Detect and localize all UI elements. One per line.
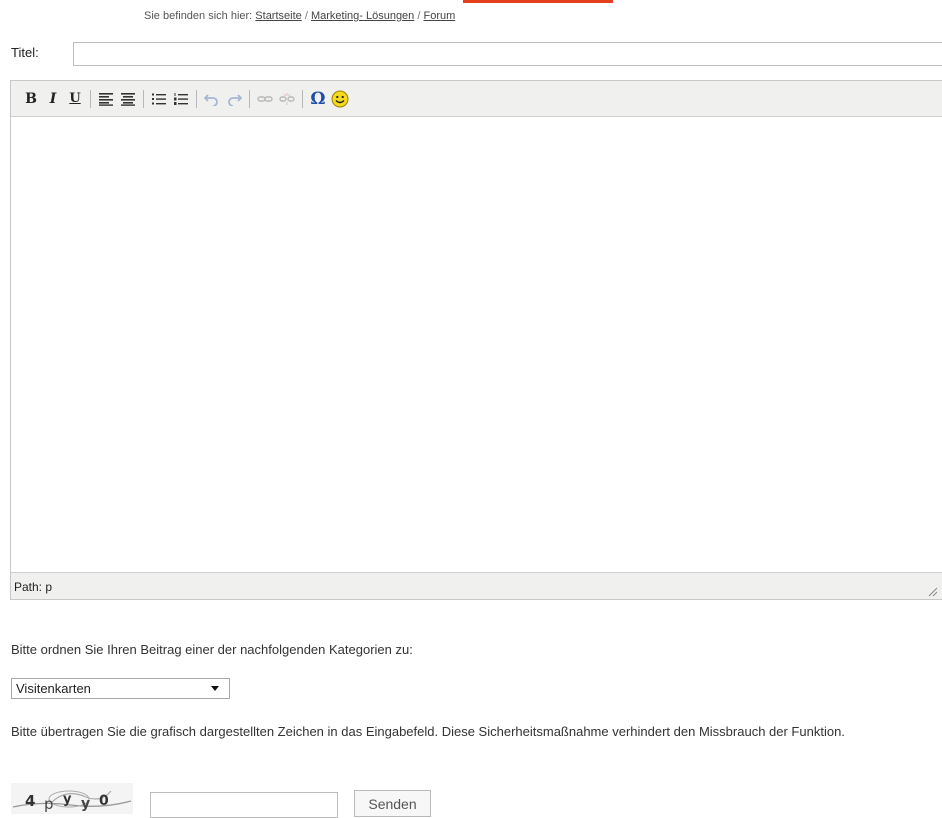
title-input[interactable] xyxy=(73,42,942,66)
underline-icon[interactable]: U xyxy=(65,88,85,110)
undo-icon[interactable] xyxy=(202,88,222,110)
link-icon[interactable] xyxy=(255,88,275,110)
toolbar-separator xyxy=(143,89,144,108)
italic-icon[interactable]: I xyxy=(43,88,63,110)
toolbar-separator xyxy=(249,89,250,108)
editor-toolbar: B I U Ω xyxy=(11,81,942,117)
toolbar-separator xyxy=(90,89,91,108)
smiley-icon[interactable] xyxy=(330,88,350,110)
breadcrumb-separator: / xyxy=(304,10,308,22)
svg-text:y: y xyxy=(63,792,72,807)
editor-content-area[interactable] xyxy=(11,117,942,572)
bullet-list-icon[interactable] xyxy=(149,88,169,110)
resize-grip-icon[interactable] xyxy=(926,585,938,597)
category-select[interactable]: Visitenkarten xyxy=(11,678,230,699)
editor-path: Path: p xyxy=(14,580,53,594)
send-button[interactable]: Senden xyxy=(354,790,431,817)
breadcrumb-link-marketing[interactable]: Marketing- Lösungen xyxy=(311,10,414,22)
breadcrumb-link-forum[interactable]: Forum xyxy=(423,10,455,22)
unlink-icon[interactable] xyxy=(277,88,297,110)
breadcrumb-link-startseite[interactable]: Startseite xyxy=(255,10,301,22)
captcha-instructions: Bitte übertragen Sie die grafisch darges… xyxy=(11,724,845,739)
svg-text:p: p xyxy=(44,795,54,813)
captcha-image: 4 p y y 0 xyxy=(11,783,133,814)
toolbar-separator xyxy=(302,89,303,108)
category-prompt: Bitte ordnen Sie Ihren Beitrag einer der… xyxy=(11,642,413,657)
redo-icon[interactable] xyxy=(224,88,244,110)
top-accent-bar xyxy=(463,0,613,3)
svg-text:0: 0 xyxy=(99,793,109,809)
category-selected-value: Visitenkarten xyxy=(16,681,91,696)
svg-text:y: y xyxy=(81,796,90,812)
numbered-list-icon[interactable] xyxy=(171,88,191,110)
editor-statusbar: Path: p xyxy=(11,572,942,599)
chevron-down-icon xyxy=(211,686,219,691)
special-char-icon[interactable]: Ω xyxy=(308,88,328,110)
bold-icon[interactable]: B xyxy=(21,88,41,110)
breadcrumb: Sie befinden sich hier: Startseite / Mar… xyxy=(144,10,455,22)
title-label: Titel: xyxy=(11,45,39,60)
breadcrumb-prefix: Sie befinden sich hier: xyxy=(144,10,253,22)
rich-text-editor: B I U Ω Path: p xyxy=(10,80,942,600)
svg-text:4: 4 xyxy=(25,792,35,810)
align-center-icon[interactable] xyxy=(118,88,138,110)
align-left-icon[interactable] xyxy=(96,88,116,110)
breadcrumb-separator: / xyxy=(417,10,421,22)
toolbar-separator xyxy=(196,89,197,108)
captcha-input[interactable] xyxy=(150,792,338,818)
